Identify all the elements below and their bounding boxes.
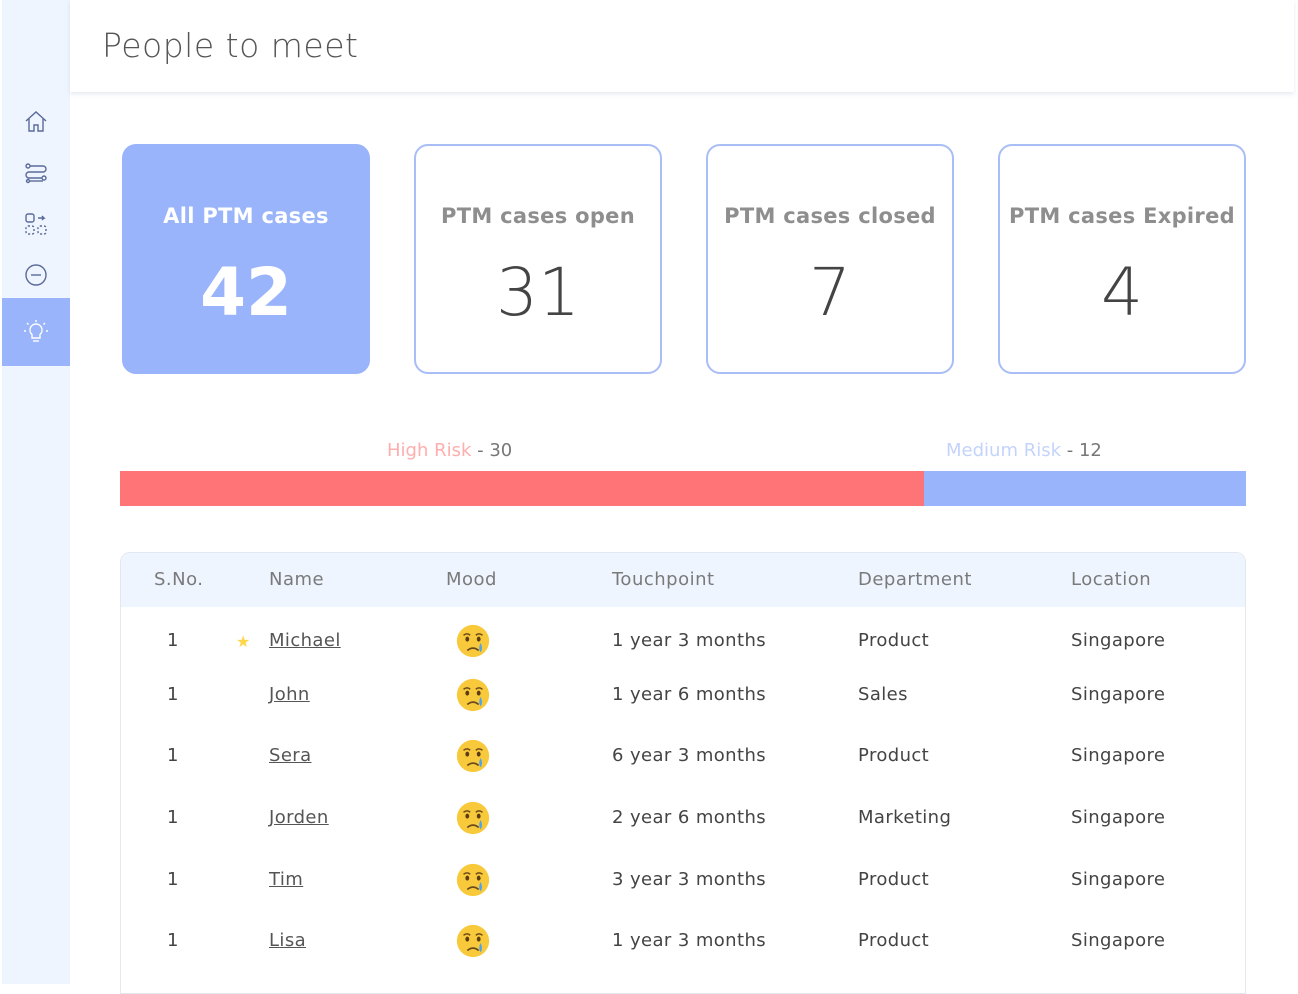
people-table: S.No. Name Mood Touchpoint Department Lo… bbox=[120, 552, 1246, 994]
crying-face-icon bbox=[456, 801, 490, 835]
col-name[interactable]: Name bbox=[269, 569, 324, 590]
col-department[interactable]: Department bbox=[858, 569, 972, 590]
row-location: Singapore bbox=[1071, 869, 1166, 890]
row-department: Marketing bbox=[858, 807, 952, 828]
stat-value: 31 bbox=[496, 254, 580, 331]
row-touchpoint: 1 year 6 months bbox=[612, 684, 767, 705]
row-location: Singapore bbox=[1071, 684, 1166, 705]
medium-risk-label: Medium Risk - 12 bbox=[946, 440, 1102, 461]
stat-card-closed[interactable]: PTM cases closed 7 bbox=[706, 144, 954, 374]
table-row[interactable]: 1 John 1 year 6 months Sales Singapore bbox=[121, 672, 1245, 722]
row-sno: 1 bbox=[167, 807, 179, 828]
row-sno: 1 bbox=[167, 869, 179, 890]
routes-icon bbox=[25, 163, 47, 184]
col-sno[interactable]: S.No. bbox=[154, 569, 204, 590]
row-name-link[interactable]: Sera bbox=[269, 745, 312, 766]
row-location: Singapore bbox=[1071, 807, 1166, 828]
row-department: Sales bbox=[858, 684, 908, 705]
row-name-link[interactable]: Michael bbox=[269, 630, 341, 651]
high-risk-count: 30 bbox=[489, 440, 513, 461]
switch-icon bbox=[25, 213, 47, 235]
row-touchpoint: 1 year 3 months bbox=[612, 630, 767, 651]
medium-risk-count: 12 bbox=[1078, 440, 1102, 461]
crying-face-icon bbox=[456, 739, 490, 773]
crying-face-icon bbox=[456, 624, 490, 658]
row-name-link[interactable]: John bbox=[269, 684, 310, 705]
row-location: Singapore bbox=[1071, 930, 1166, 951]
sidebar bbox=[2, 0, 70, 984]
medium-risk-title: Medium Risk bbox=[946, 440, 1062, 461]
row-touchpoint: 1 year 3 months bbox=[612, 930, 767, 951]
lightbulb-icon bbox=[24, 320, 48, 342]
crying-face-icon bbox=[456, 863, 490, 897]
row-sno: 1 bbox=[167, 684, 179, 705]
table-row[interactable]: 1 Sera 6 year 3 months Product Singapore bbox=[121, 733, 1245, 783]
row-sno: 1 bbox=[167, 630, 179, 651]
row-touchpoint: 6 year 3 months bbox=[612, 745, 767, 766]
table-row[interactable]: 1 Tim 3 year 3 months Product Singapore bbox=[121, 857, 1245, 907]
star-icon[interactable]: ★ bbox=[236, 632, 250, 651]
header: People to meet bbox=[70, 0, 1294, 92]
high-risk-sep: - bbox=[471, 440, 490, 461]
nav-routes[interactable] bbox=[2, 148, 70, 198]
minus-circle-icon bbox=[25, 264, 47, 286]
row-department: Product bbox=[858, 745, 930, 766]
stat-value: 42 bbox=[200, 254, 292, 331]
row-department: Product bbox=[858, 869, 930, 890]
row-location: Singapore bbox=[1071, 745, 1166, 766]
stat-label: All PTM cases bbox=[163, 204, 329, 228]
stat-card-expired[interactable]: PTM cases Expired 4 bbox=[998, 144, 1246, 374]
row-name-link[interactable]: Lisa bbox=[269, 930, 306, 951]
table-row[interactable]: 1 ★ Michael 1 year 3 months Product Sing… bbox=[121, 618, 1245, 668]
nav-home[interactable] bbox=[2, 97, 70, 147]
risk-bar-medium-segment[interactable] bbox=[924, 471, 1246, 506]
risk-bar-high-segment[interactable] bbox=[120, 471, 925, 506]
nav-insights[interactable] bbox=[2, 298, 70, 366]
stat-label: PTM cases closed bbox=[724, 204, 936, 228]
row-location: Singapore bbox=[1071, 630, 1166, 651]
nav-minus[interactable] bbox=[2, 250, 70, 300]
stat-value: 7 bbox=[809, 254, 851, 331]
row-touchpoint: 3 year 3 months bbox=[612, 869, 767, 890]
table-row[interactable]: 1 Jorden 2 year 6 months Marketing Singa… bbox=[121, 795, 1245, 845]
stat-label: PTM cases open bbox=[441, 204, 635, 228]
high-risk-label: High Risk - 30 bbox=[387, 440, 512, 461]
stat-card-all[interactable]: All PTM cases 42 bbox=[122, 144, 370, 374]
home-icon bbox=[25, 111, 47, 132]
row-sno: 1 bbox=[167, 930, 179, 951]
stat-value: 4 bbox=[1101, 254, 1143, 331]
table-header: S.No. Name Mood Touchpoint Department Lo… bbox=[121, 553, 1245, 607]
col-mood[interactable]: Mood bbox=[446, 569, 497, 590]
crying-face-icon bbox=[456, 924, 490, 958]
row-name-link[interactable]: Tim bbox=[269, 869, 303, 890]
row-sno: 1 bbox=[167, 745, 179, 766]
medium-risk-sep: - bbox=[1061, 440, 1079, 461]
risk-bar bbox=[120, 471, 1246, 506]
high-risk-title: High Risk bbox=[387, 440, 472, 461]
row-department: Product bbox=[858, 630, 930, 651]
row-department: Product bbox=[858, 930, 930, 951]
stat-label: PTM cases Expired bbox=[1009, 204, 1235, 228]
col-location[interactable]: Location bbox=[1071, 569, 1151, 590]
stat-card-open[interactable]: PTM cases open 31 bbox=[414, 144, 662, 374]
table-row[interactable]: 1 Lisa 1 year 3 months Product Singapore bbox=[121, 918, 1245, 968]
row-touchpoint: 2 year 6 months bbox=[612, 807, 767, 828]
page-title: People to meet bbox=[102, 26, 359, 65]
crying-face-icon bbox=[456, 678, 490, 712]
row-name-link[interactable]: Jorden bbox=[269, 807, 329, 828]
nav-switch[interactable] bbox=[2, 199, 70, 249]
col-touchpoint[interactable]: Touchpoint bbox=[612, 569, 715, 590]
